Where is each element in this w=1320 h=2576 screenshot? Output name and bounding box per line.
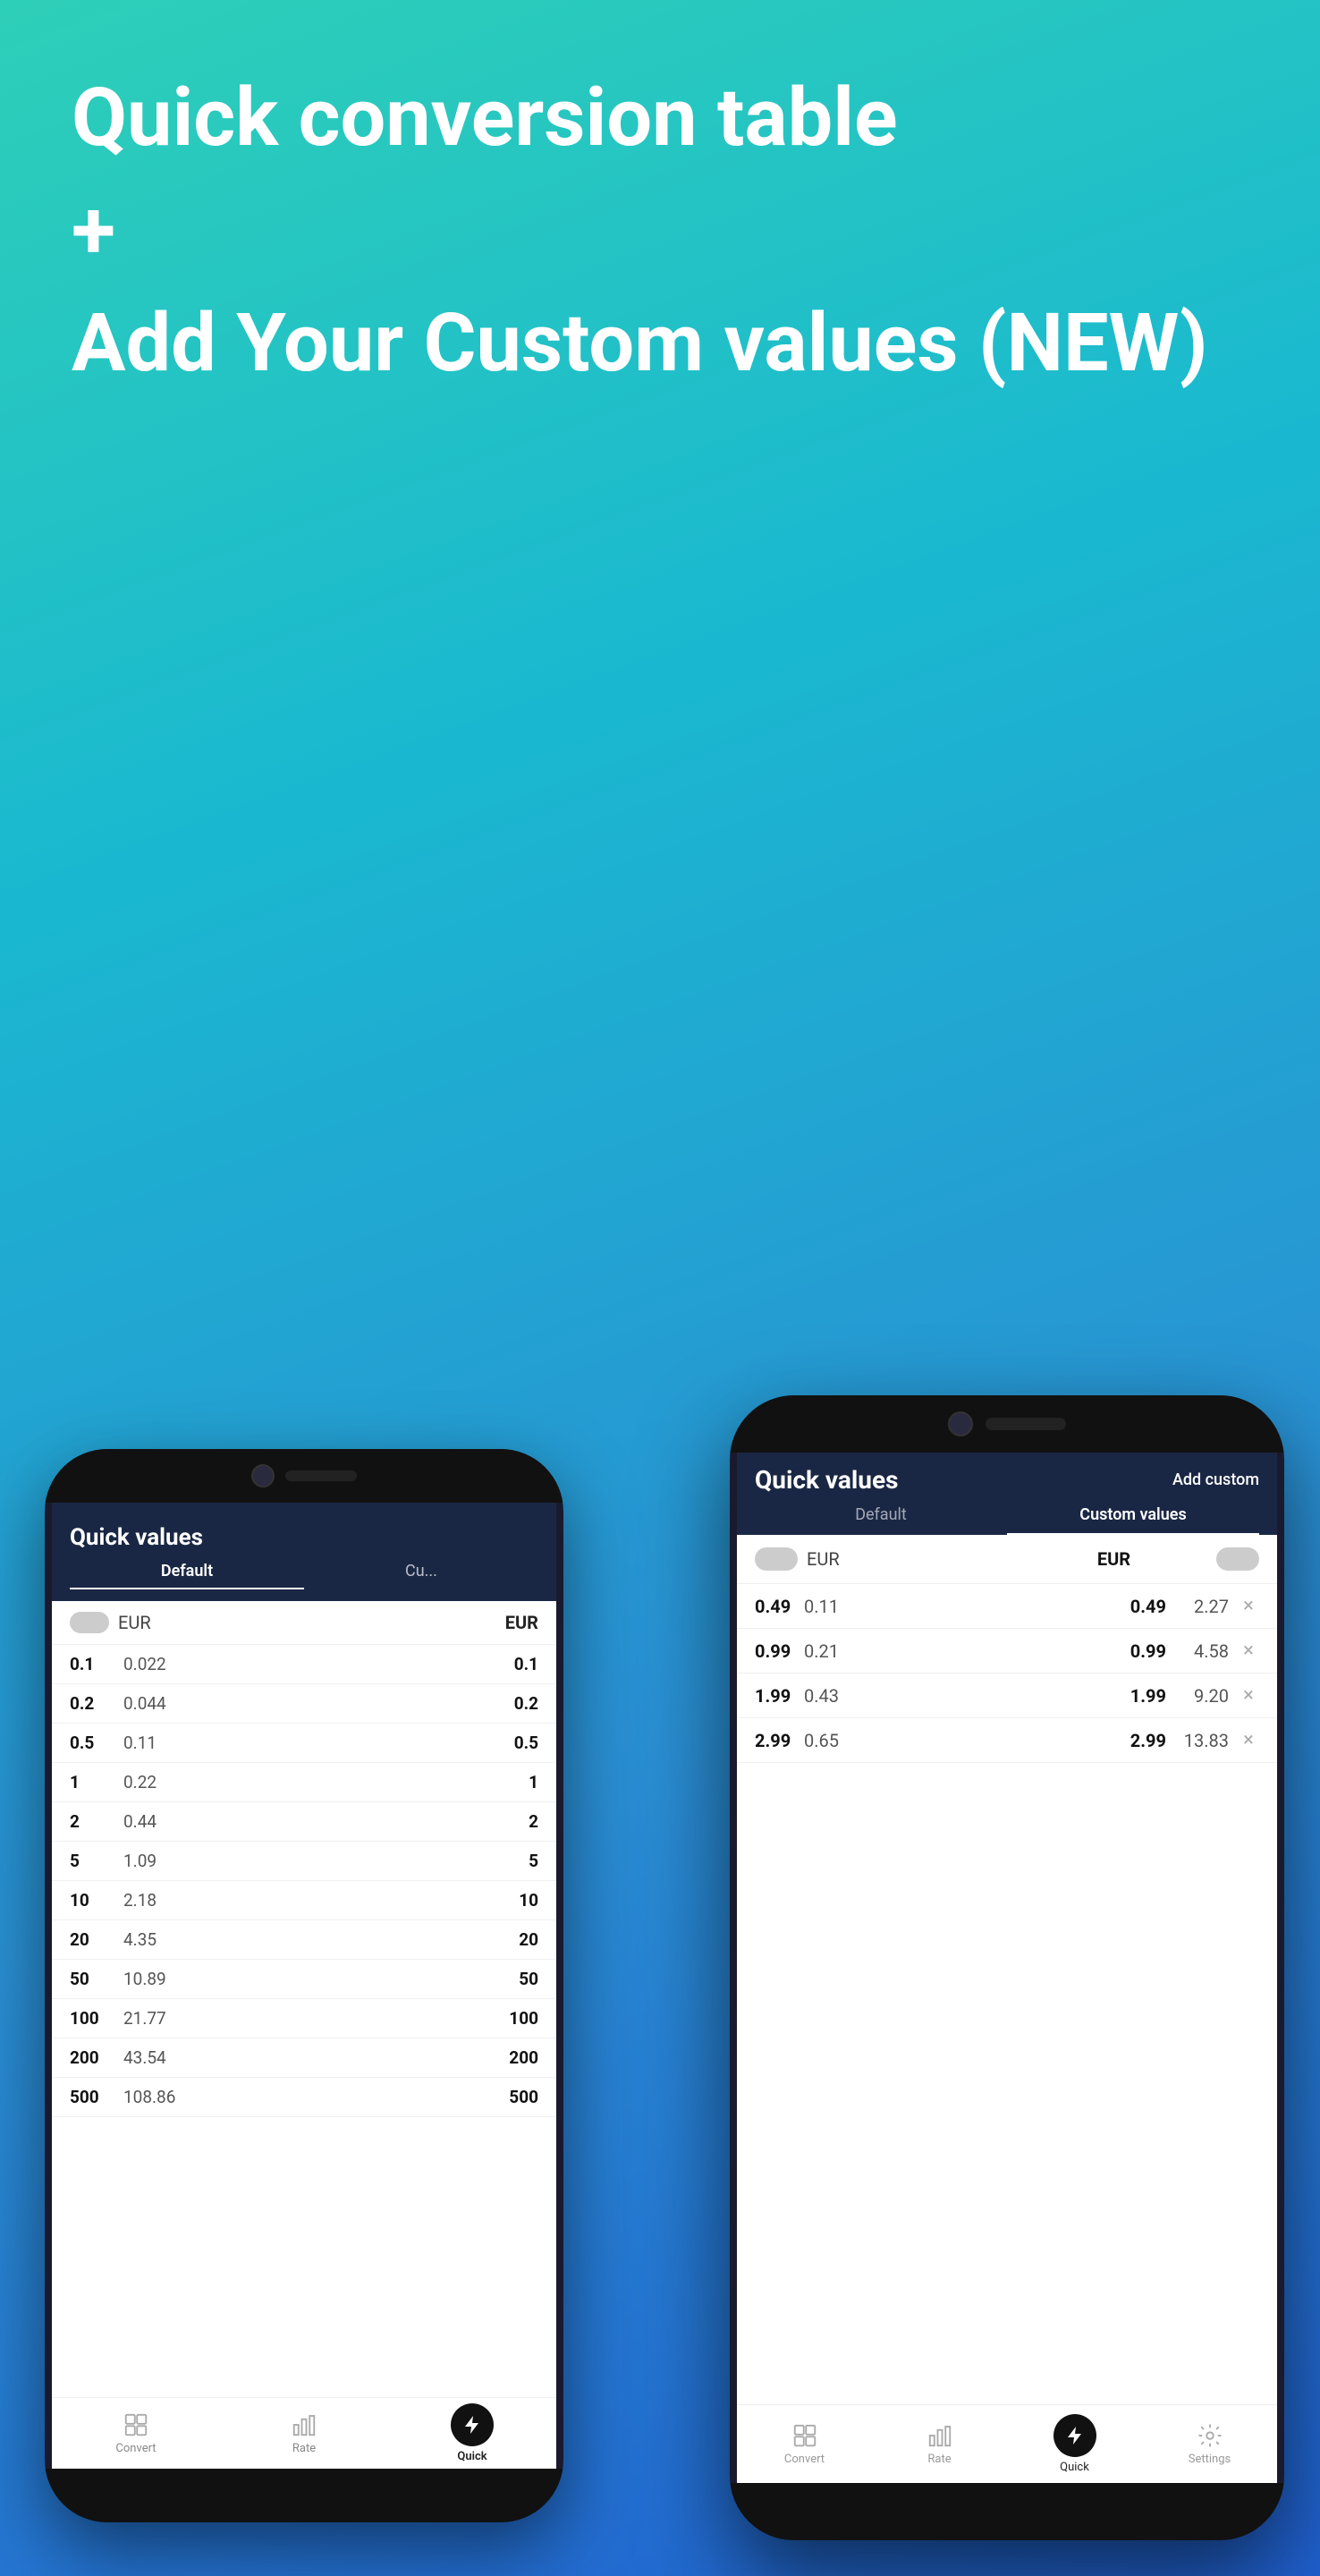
screen-header-front: Quick values Add custom Default Custom v… — [737, 1453, 1277, 1535]
tab-front-default[interactable]: Default — [755, 1505, 1007, 1535]
table-row: 2.99 0.65 2.99 13.83 × — [737, 1718, 1277, 1763]
phone-back-speaker — [285, 1470, 357, 1481]
tab-back-custom[interactable]: Cu... — [304, 1562, 538, 1589]
screen-header-row: Quick values Add custom — [755, 1465, 1259, 1495]
toggle-back-left[interactable] — [70, 1612, 109, 1633]
remove-row-button[interactable]: × — [1238, 1595, 1259, 1617]
nav-convert-label-front: Convert — [784, 2453, 825, 2466]
phone-back-title: Quick values — [70, 1517, 538, 1551]
phones-container: Quick values Default Cu... EUR EUR 0.1 0… — [0, 877, 1320, 2576]
table-row: 20 4.35 20 — [52, 1920, 556, 1960]
phone-back-notch — [45, 1449, 563, 1503]
currency-row-back: EUR EUR — [52, 1601, 556, 1645]
phone-front-screen: Quick values Add custom Default Custom v… — [737, 1453, 1277, 2483]
phone-back: Quick values Default Cu... EUR EUR 0.1 0… — [45, 1449, 563, 2522]
table-row: 2 0.44 2 — [52, 1802, 556, 1842]
currency-left-back: EUR — [118, 1612, 328, 1633]
table-row: 200 43.54 200 — [52, 2038, 556, 2078]
phone-front: Quick values Add custom Default Custom v… — [730, 1395, 1284, 2540]
phone-front-tabs: Default Custom values — [755, 1505, 1259, 1535]
toggle-front-left[interactable] — [755, 1547, 798, 1571]
nav-convert-front[interactable]: Convert — [737, 2422, 872, 2466]
nav-rate-back[interactable]: Rate — [220, 2411, 388, 2455]
add-custom-button[interactable]: Add custom — [1172, 1470, 1259, 1489]
nav-settings-front[interactable]: Settings — [1142, 2422, 1277, 2466]
table-row: 500 108.86 500 — [52, 2078, 556, 2117]
hero-title: Quick conversion table — [72, 72, 1248, 165]
remove-row-button[interactable]: × — [1238, 1640, 1259, 1662]
table-row: 50 10.89 50 — [52, 1960, 556, 1999]
currency-left-front: EUR — [807, 1548, 1011, 1570]
toggle-front-right[interactable] — [1216, 1547, 1259, 1571]
table-row: 0.5 0.11 0.5 — [52, 1724, 556, 1763]
nav-convert-label-back: Convert — [115, 2442, 156, 2455]
grid-icon — [123, 2411, 149, 2438]
nav-convert-back[interactable]: Convert — [52, 2411, 220, 2455]
table-row: 0.99 0.21 0.99 4.58 × — [737, 1629, 1277, 1674]
table-row: 0.2 0.044 0.2 — [52, 1684, 556, 1724]
chart-icon — [927, 2422, 953, 2449]
table-row: 1 0.22 1 — [52, 1763, 556, 1802]
nav-rate-label-back: Rate — [292, 2442, 316, 2455]
grid-icon — [791, 2422, 818, 2449]
bottom-nav-front: Convert Rate Quick — [737, 2404, 1277, 2483]
remove-row-button[interactable]: × — [1238, 1684, 1259, 1707]
currency-right-front: EUR — [1011, 1548, 1216, 1570]
hero-subtitle: Add Your Custom values (NEW) — [72, 297, 1248, 390]
nav-quick-front[interactable]: Quick — [1007, 2414, 1142, 2474]
phone-front-camera — [948, 1411, 973, 1436]
table-row: 100 21.77 100 — [52, 1999, 556, 2038]
nav-settings-label-front: Settings — [1189, 2453, 1231, 2466]
phone-back-bottom — [45, 2469, 563, 2522]
quick-active-circle — [451, 2403, 494, 2446]
table-row: 1.99 0.43 1.99 9.20 × — [737, 1674, 1277, 1718]
phone-back-screen: Quick values Default Cu... EUR EUR 0.1 0… — [52, 1503, 556, 2469]
table-row: 10 2.18 10 — [52, 1881, 556, 1920]
tab-front-custom[interactable]: Custom values — [1007, 1505, 1259, 1535]
table-row: 5 1.09 5 — [52, 1842, 556, 1881]
quick-active-circle-front — [1053, 2414, 1096, 2457]
phone-front-bottom — [730, 2483, 1284, 2540]
currency-right-back: EUR — [328, 1612, 538, 1633]
phone-back-content: EUR EUR 0.1 0.022 0.1 0.2 0.044 0.2 0.5 … — [52, 1601, 556, 2117]
phone-front-notch — [730, 1395, 1284, 1453]
currency-header-row: EUR EUR — [737, 1535, 1277, 1584]
table-row: 0.1 0.022 0.1 — [52, 1645, 556, 1684]
phone-back-camera — [251, 1464, 275, 1487]
remove-row-button[interactable]: × — [1238, 1729, 1259, 1751]
chart-icon — [291, 2411, 317, 2438]
nav-rate-front[interactable]: Rate — [872, 2422, 1007, 2466]
bottom-nav-back: Convert Rate Quick — [52, 2397, 556, 2469]
table-row: 0.49 0.11 0.49 2.27 × — [737, 1584, 1277, 1629]
phone-back-tabs: Default Cu... — [70, 1562, 538, 1589]
nav-quick-label-front: Quick — [1060, 2461, 1089, 2474]
bolt-icon — [1064, 2425, 1086, 2446]
phone-front-speaker — [986, 1418, 1066, 1430]
phone-front-content: EUR EUR 0.49 0.11 0.49 2.27 × 0.99 0.21 … — [737, 1535, 1277, 2404]
bolt-icon — [461, 2414, 483, 2436]
nav-rate-label-front: Rate — [927, 2453, 951, 2466]
nav-quick-label-back: Quick — [457, 2450, 487, 2463]
tab-back-default[interactable]: Default — [70, 1562, 304, 1589]
hero-plus: + — [72, 182, 1248, 279]
gear-icon — [1197, 2422, 1223, 2449]
hero-section: Quick conversion table + Add Your Custom… — [0, 0, 1320, 425]
screen-header-back: Quick values Default Cu... — [52, 1503, 556, 1601]
phone-front-title: Quick values — [755, 1465, 898, 1495]
nav-quick-back[interactable]: Quick — [388, 2403, 556, 2463]
